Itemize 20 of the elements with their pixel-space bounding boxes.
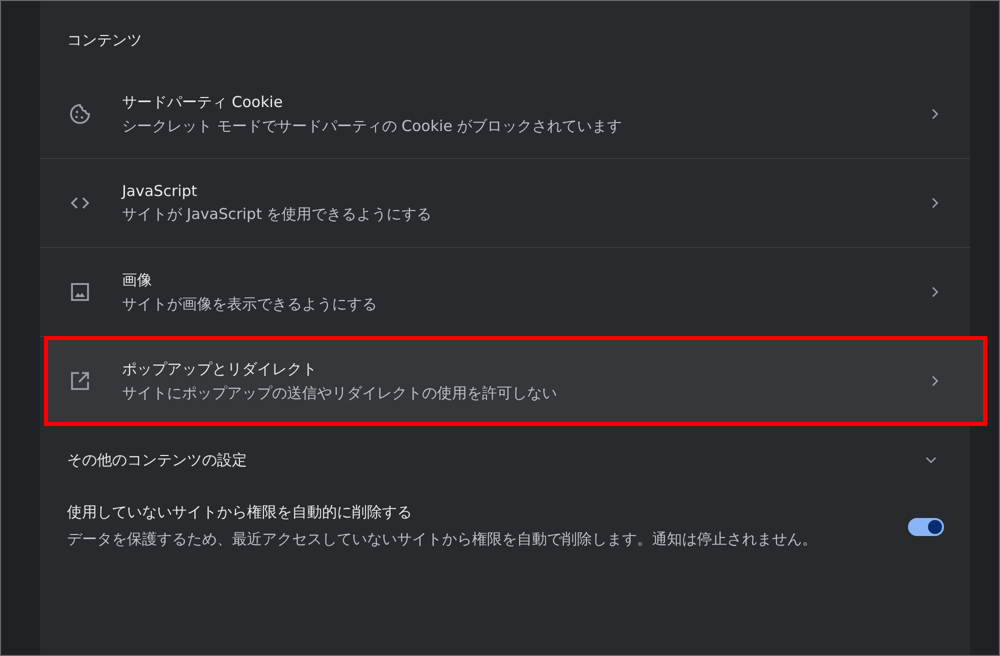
cookie-icon <box>68 102 92 126</box>
row-description: サイトが JavaScript を使用できるようにする <box>122 205 433 224</box>
settings-row[interactable]: サードパーティ Cookie シークレット モードでサードパーティの Cookie がブロックされています <box>40 70 970 158</box>
external-link-icon <box>68 369 92 393</box>
settings-row[interactable]: JavaScript サイトが JavaScript を使用できるようにする <box>40 159 970 247</box>
section-title: コンテンツ <box>66 30 143 51</box>
row-description: シークレット モードでサードパーティの Cookie がブロックされています <box>122 116 624 136</box>
toggle-switch[interactable] <box>908 518 944 536</box>
setting-description: データを保護するため、最近アクセスしていないサイトから権限を自動で削除します。通知は停止されません。 <box>67 529 818 550</box>
row-title: サードパーティ Cookie <box>122 92 284 112</box>
settings-row[interactable]: 画像 サイトが画像を表示できるようにする <box>40 248 970 336</box>
image-icon <box>68 280 92 304</box>
row-title: 画像 <box>122 270 153 290</box>
setting-title: 使用していないサイトから権限を自動的に削除する <box>67 503 413 522</box>
row-description: サイトにポップアップの送信やリダイレクトの使用を許可しない <box>122 384 558 402</box>
row-title: ポップアップとリダイレクト <box>122 360 318 378</box>
settings-row[interactable]: ポップアップとリダイレクト サイトにポップアップの送信やリダイレクトの使用を許可しない <box>45 337 986 425</box>
row-title: JavaScript <box>122 182 198 200</box>
row-description: サイトが画像を表示できるようにする <box>122 294 378 314</box>
more-settings-row[interactable]: その他のコンテンツの設定 <box>40 425 970 471</box>
